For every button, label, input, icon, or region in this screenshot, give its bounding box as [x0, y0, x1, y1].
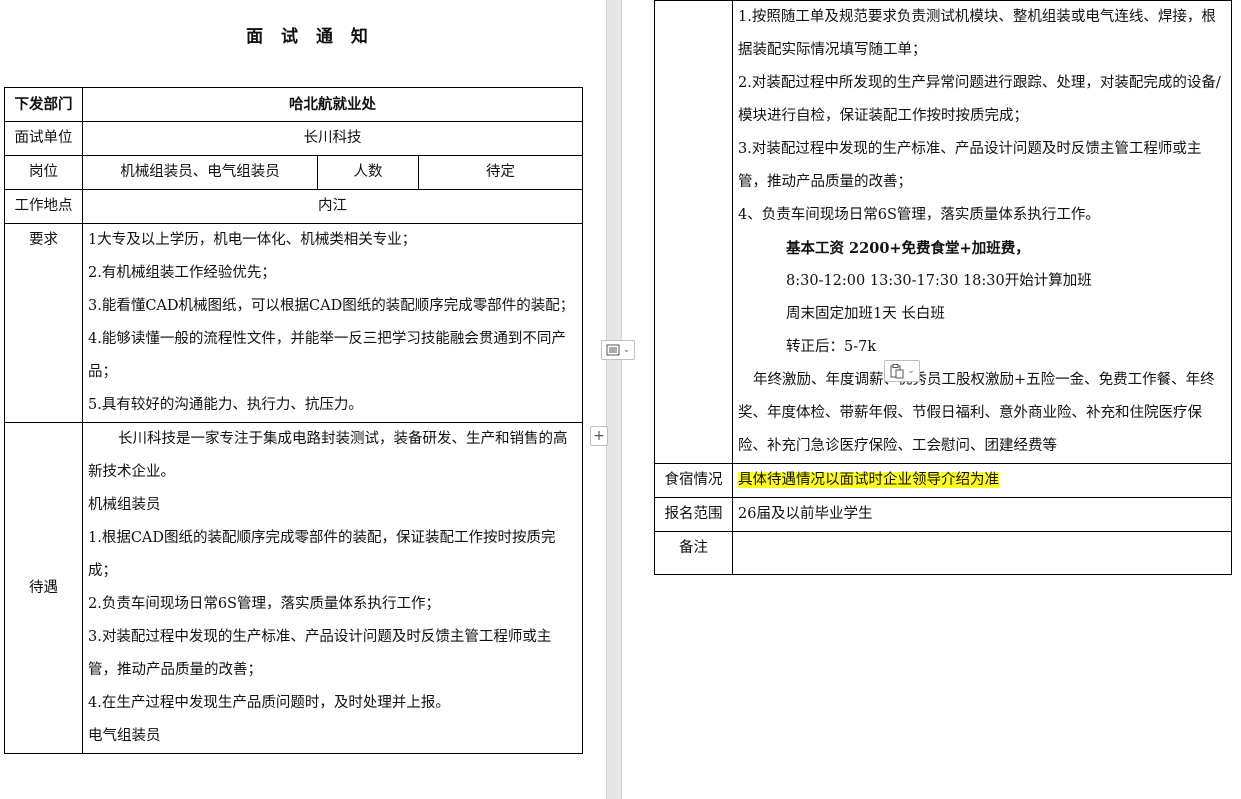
mechanical-duty: 3.对装配过程中发现的生产标准、产品设计问题及时反馈主管工程师或主管，推动产品质… [88, 629, 552, 678]
chevron-down-icon: ⌄ [907, 366, 915, 376]
electrical-duty: 2.对装配过程中所发现的生产异常问题进行跟踪、处理，对装配完成的设备/模块进行自… [738, 75, 1221, 124]
board-value: 具体待遇情况以面试时企业领导介绍为准 [738, 472, 999, 488]
electrical-title: 电气组装员 [88, 728, 161, 744]
scope-value[interactable]: 26届及以前毕业学生 [732, 497, 1232, 532]
requirements-cell[interactable]: 1大专及以上学历，机电一体化、机械类相关专业； 2.有机械组装工作经验优先； 3… [81, 223, 584, 423]
electrical-duty: 3.对装配过程中发现的生产标准、产品设计问题及时反馈主管工程师或主管，推动产品质… [738, 141, 1202, 190]
electrical-duty: 1.按照随工单及规范要求负责测试机模块、整机组装或电气连线、焊接，根据装配实际情… [738, 9, 1216, 58]
requirements-label: 要求 [4, 223, 83, 423]
chevron-down-icon: ⌄ [622, 345, 631, 355]
mechanical-title: 机械组装员 [88, 497, 161, 513]
electrical-duty: 4、负责车间现场日常6S管理，落实质量体系执行工作。 [738, 207, 1100, 223]
location-value[interactable]: 内江 [81, 189, 584, 224]
board-label: 食宿情况 [654, 463, 733, 498]
position-label: 岗位 [4, 155, 83, 190]
location-label: 工作地点 [4, 189, 83, 224]
benefits: 年终激励、年度调薪、优秀员工股权激励+五险一金、免费工作餐、年终奖、年度体检、带… [738, 372, 1215, 454]
layout-options-button[interactable]: ⌄ [601, 340, 635, 360]
paste-options-button[interactable]: ⌄ [884, 360, 920, 382]
layout-options-icon [606, 344, 620, 356]
requirement-item: 4.能够读懂一般的流程性文件，并能举一反三把学习技能融会贯通到不同产品； [88, 331, 566, 380]
treatment-continued-label [654, 0, 733, 464]
dept-label: 下发部门 [4, 87, 83, 122]
right-page: 1.按照随工单及规范要求负责测试机模块、整机组装或电气连线、焊接，根据装配实际情… [622, 0, 1241, 799]
interview-table-part-2: 1.按照随工单及规范要求负责测试机模块、整机组装或电气连线、焊接，根据装配实际情… [654, 0, 1232, 575]
interview-table-part-1: 下发部门 哈北航就业处 面试单位 长川科技 岗位 机械组装员、电气组装员 人数 … [4, 87, 584, 754]
dept-value[interactable]: 哈北航就业处 [81, 87, 584, 122]
document-title: 面 试 通 知 [246, 27, 374, 47]
remark-value[interactable] [732, 531, 1232, 575]
salary-after: 转正后：5-7k [786, 339, 877, 355]
requirement-item: 1大专及以上学历，机电一体化、机械类相关专业； [88, 232, 417, 248]
scope-label: 报名范围 [654, 497, 733, 532]
left-page: 面 试 通 知 下发部门 哈北航就业处 面试单位 长川科技 岗位 机械组装员、电… [0, 0, 606, 799]
salary-base: 基本工资 2200+免费食堂+加班费， [786, 240, 1030, 257]
mechanical-duty: 2.负责车间现场日常6S管理，落实质量体系执行工作； [88, 596, 440, 612]
position-value[interactable]: 机械组装员、电气组装员 [82, 155, 318, 190]
remark-label: 备注 [654, 531, 733, 575]
unit-value[interactable]: 长川科技 [81, 121, 584, 156]
plus-icon: + [593, 428, 605, 444]
treatment-label: 待遇 [4, 422, 83, 754]
add-row-button[interactable]: + [590, 426, 608, 446]
requirement-item: 2.有机械组装工作经验优先； [88, 265, 276, 281]
mechanical-duty: 1.根据CAD图纸的装配顺序完成零部件的装配，保证装配工作按时按质完成； [88, 530, 556, 579]
paste-icon [890, 364, 904, 379]
unit-label: 面试单位 [4, 121, 83, 156]
requirement-item: 5.具有较好的沟通能力、执行力、抗压力。 [88, 397, 363, 413]
count-label: 人数 [317, 155, 419, 190]
board-value-cell[interactable]: 具体待遇情况以面试时企业领导介绍为准 [732, 463, 1232, 498]
page-gutter [606, 0, 622, 799]
treatment-continued-cell[interactable]: 1.按照随工单及规范要求负责测试机模块、整机组装或电气连线、焊接，根据装配实际情… [732, 0, 1232, 464]
salary-hours: 8:30-12:00 13:30-17:30 18:30开始计算加班 [786, 273, 1092, 289]
count-value[interactable]: 待定 [417, 155, 584, 190]
requirement-item: 3.能看懂CAD机械图纸，可以根据CAD图纸的装配顺序完成零部件的装配； [88, 298, 575, 314]
salary-weekend: 周末固定加班1天 长白班 [786, 306, 945, 322]
company-intro: 长川科技是一家专注于集成电路封装测试，装备研发、生产和销售的高新技术企业。 [88, 431, 568, 480]
mechanical-duty: 4.在生产过程中发现生产品质问题时，及时处理并上报。 [88, 695, 450, 711]
treatment-cell[interactable]: 长川科技是一家专注于集成电路封装测试，装备研发、生产和销售的高新技术企业。 机械… [81, 422, 584, 754]
